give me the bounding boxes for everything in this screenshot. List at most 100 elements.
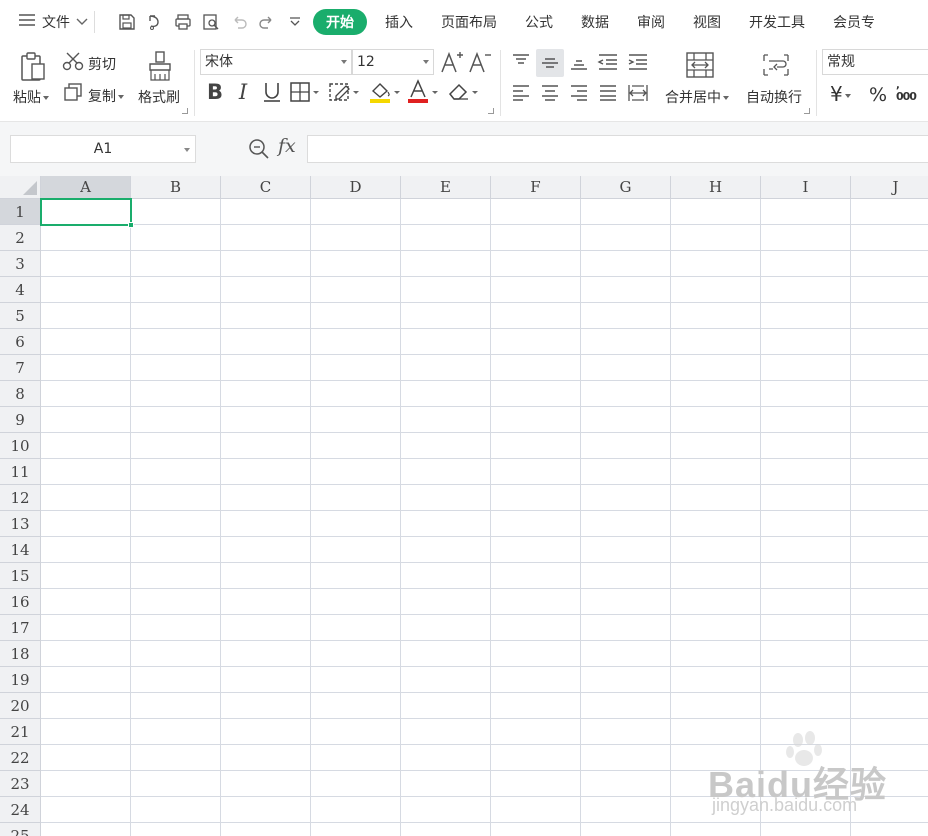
row-header-13[interactable]: 13 — [0, 511, 41, 537]
increase-font-size-icon[interactable] — [440, 49, 464, 75]
clear-format-icon[interactable] — [446, 78, 480, 106]
font-size-select[interactable]: 12 — [352, 49, 434, 75]
row-header-9[interactable]: 9 — [0, 407, 41, 433]
row-header-17[interactable]: 17 — [0, 615, 41, 641]
row-header-5[interactable]: 5 — [0, 303, 41, 329]
insert-function-button[interactable]: fx — [278, 135, 296, 157]
row-header-4[interactable]: 4 — [0, 277, 41, 303]
row-header-25[interactable]: 25 — [0, 823, 41, 836]
export-button[interactable] — [141, 8, 169, 36]
tab-data[interactable]: 数据 — [567, 9, 623, 35]
justify-icon[interactable] — [597, 82, 619, 104]
row-header-10[interactable]: 10 — [0, 433, 41, 459]
column-header-e[interactable]: E — [401, 176, 491, 199]
row-header-15[interactable]: 15 — [0, 563, 41, 589]
column-header-h[interactable]: H — [671, 176, 761, 199]
paste-icon[interactable] — [16, 50, 50, 84]
tab-view[interactable]: 视图 — [679, 9, 735, 35]
formula-input[interactable] — [307, 135, 928, 163]
row-header-7[interactable]: 7 — [0, 355, 41, 381]
font-name-select[interactable]: 宋体 — [200, 49, 352, 75]
wrap-text-icon[interactable] — [760, 50, 792, 80]
row-header-21[interactable]: 21 — [0, 719, 41, 745]
align-bottom-icon[interactable] — [568, 51, 590, 73]
column-header-g[interactable]: G — [581, 176, 671, 199]
row-header-16[interactable]: 16 — [0, 589, 41, 615]
tab-home[interactable]: 开始 — [313, 9, 367, 35]
column-header-a[interactable]: A — [41, 176, 131, 199]
selected-cell-a1[interactable] — [40, 198, 134, 228]
align-right-icon[interactable] — [568, 82, 590, 104]
increase-indent-icon[interactable] — [626, 51, 650, 73]
clipboard-dialog-launcher[interactable] — [182, 108, 188, 114]
select-all-button[interactable] — [0, 176, 41, 199]
row-header-18[interactable]: 18 — [0, 641, 41, 667]
decrease-indent-icon[interactable] — [596, 51, 620, 73]
row-header-1[interactable]: 1 — [0, 199, 41, 225]
row-header-6[interactable]: 6 — [0, 329, 41, 355]
distributed-align-icon[interactable] — [626, 82, 650, 104]
customize-toolbar-button[interactable] — [281, 8, 309, 36]
borders-icon[interactable] — [290, 80, 322, 104]
row-header-19[interactable]: 19 — [0, 667, 41, 693]
row-header-3[interactable]: 3 — [0, 251, 41, 277]
align-left-icon[interactable] — [510, 82, 532, 104]
print-preview-icon — [203, 14, 219, 30]
ribbon: 粘贴 剪切 复制 格式刷 宋体 12 B I 合并居中 自动换行 常规 ¥ % … — [0, 44, 928, 122]
tab-formulas[interactable]: 公式 — [511, 9, 567, 35]
file-menu[interactable]: 文件 — [0, 0, 88, 44]
tab-page-layout[interactable]: 页面布局 — [427, 9, 511, 35]
align-center-icon[interactable] — [539, 82, 561, 104]
row-header-12[interactable]: 12 — [0, 485, 41, 511]
column-header-f[interactable]: F — [491, 176, 581, 199]
align-middle-icon[interactable] — [536, 49, 564, 77]
bold-icon[interactable]: B — [204, 80, 226, 104]
underline-icon[interactable] — [260, 80, 284, 104]
row-header-2[interactable]: 2 — [0, 225, 41, 251]
paste-button[interactable]: 粘贴 — [13, 87, 49, 107]
print-preview-button[interactable] — [197, 8, 225, 36]
column-header-j[interactable]: J — [851, 176, 928, 199]
cut-button[interactable]: 剪切 — [88, 54, 116, 74]
align-top-icon[interactable] — [510, 51, 532, 73]
tab-insert[interactable]: 插入 — [371, 9, 427, 35]
alignment-dialog-launcher[interactable] — [804, 108, 810, 114]
percent-format-button[interactable]: % — [869, 84, 887, 106]
fill-color-icon[interactable] — [368, 78, 402, 106]
decrease-font-size-icon[interactable] — [468, 49, 492, 75]
wrap-text-button[interactable]: 自动换行 — [746, 87, 802, 107]
row-header-22[interactable]: 22 — [0, 745, 41, 771]
undo-button[interactable] — [225, 8, 253, 36]
row-header-11[interactable]: 11 — [0, 459, 41, 485]
copy-button[interactable]: 复制 — [88, 86, 124, 106]
column-header-i[interactable]: I — [761, 176, 851, 199]
italic-icon[interactable]: I — [232, 80, 254, 104]
font-dialog-launcher[interactable] — [488, 108, 494, 114]
name-box[interactable]: A1 — [10, 135, 196, 163]
row-header-23[interactable]: 23 — [0, 771, 41, 797]
tab-developer[interactable]: 开发工具 — [735, 9, 819, 35]
thousands-separator-button[interactable]: , 000 — [896, 81, 917, 104]
tab-membership[interactable]: 会员专 — [819, 9, 889, 35]
row-header-20[interactable]: 20 — [0, 693, 41, 719]
fill-handle[interactable] — [128, 222, 134, 228]
column-header-c[interactable]: C — [221, 176, 311, 199]
row-header-14[interactable]: 14 — [0, 537, 41, 563]
redo-button[interactable] — [253, 8, 281, 36]
column-header-b[interactable]: B — [131, 176, 221, 199]
row-header-8[interactable]: 8 — [0, 381, 41, 407]
merge-cells-icon[interactable] — [684, 50, 716, 80]
print-button[interactable] — [169, 8, 197, 36]
format-painter-button[interactable]: 格式刷 — [138, 87, 180, 107]
row-header-24[interactable]: 24 — [0, 797, 41, 823]
zoom-search-icon[interactable] — [248, 138, 270, 164]
column-header-d[interactable]: D — [311, 176, 401, 199]
format-painter-icon[interactable] — [146, 49, 174, 83]
merge-center-button[interactable]: 合并居中 — [665, 87, 729, 107]
save-button[interactable] — [113, 8, 141, 36]
currency-format-button[interactable]: ¥ — [830, 82, 851, 106]
font-color-icon[interactable] — [406, 78, 440, 106]
number-format-select[interactable]: 常规 — [822, 49, 928, 75]
cell-style-icon[interactable] — [328, 80, 362, 104]
tab-review[interactable]: 审阅 — [623, 9, 679, 35]
